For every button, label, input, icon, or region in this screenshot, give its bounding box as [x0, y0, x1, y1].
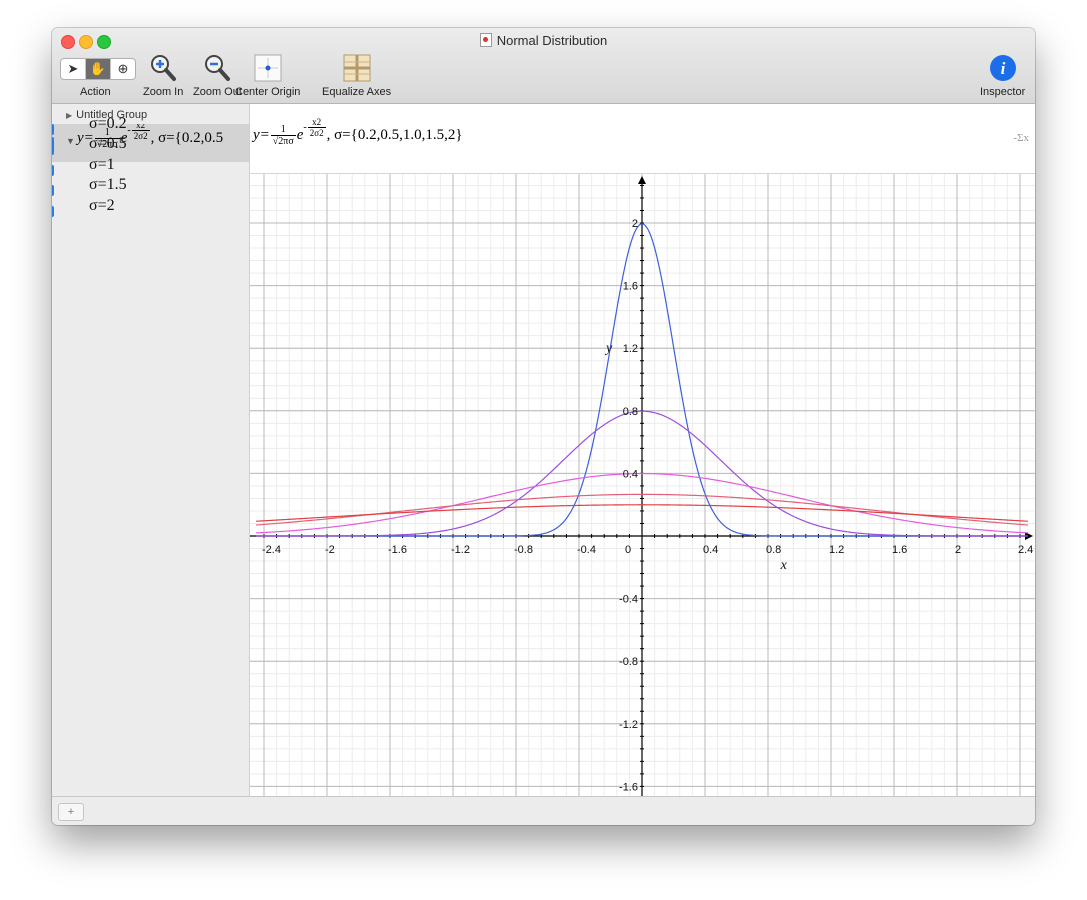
x-tick-label: -1.6	[388, 544, 407, 556]
action-label: Action	[80, 86, 111, 98]
y-tick-label: 1.2	[623, 343, 638, 355]
x-tick-label: 2.4	[1018, 544, 1033, 556]
window-title: Normal Distribution	[52, 33, 1035, 48]
sigma-item[interactable]: σ=1.5	[89, 176, 127, 194]
sigma-item[interactable]: σ=0.2	[89, 115, 127, 133]
header-equation: y= 1 √2πσ e-x2 2σ2, σ={0.2,0.5,1.0,1.5,2}	[253, 117, 463, 147]
zoom-in-label: Zoom In	[143, 86, 184, 98]
x-tick-label: -2	[325, 544, 335, 556]
sigma-item[interactable]: σ=1	[89, 156, 115, 174]
y-tick-label: 0.8	[623, 406, 638, 418]
graph-canvas[interactable]: -2.4 -2 -1.6 -1.2 -0.8 -0.4 0 0.4 0.8 1.2 1.6 2 2.4 2…	[250, 174, 1035, 796]
action-label-wrap: Action	[80, 84, 111, 98]
y-axis-arrow	[638, 176, 646, 184]
equation-header[interactable]: y= 1 √2πσ e-x2 2σ2, σ={0.2,0.5,1.0,1.5,2} -Σ…	[250, 104, 1035, 174]
equation-row[interactable]: ▼ y= 1 √2πσ e-x2 2σ2, σ={0.2,0.5	[52, 124, 249, 162]
x-tick-label: 2	[955, 544, 961, 556]
sigma-color-marker	[52, 165, 54, 176]
app-window: Normal Distribution ➤ ✋ ⊕ Action Zoom In…	[52, 28, 1035, 825]
equalize-axes-button[interactable]: Equalize Axes	[322, 52, 391, 98]
x-axis-label: x	[780, 558, 788, 573]
x-tick-label: 1.2	[829, 544, 844, 556]
disclosure-triangle-icon[interactable]: ▶	[66, 111, 72, 120]
sigma-item[interactable]: σ=2	[89, 197, 115, 215]
magnify-icon[interactable]: ⊕	[111, 59, 135, 79]
add-button[interactable]: +	[58, 803, 84, 821]
inspector-button[interactable]: i Inspector	[980, 52, 1025, 98]
sigma-color-marker	[52, 144, 54, 155]
x-tick-label: 0.4	[703, 544, 718, 556]
x-tick-label: -2.4	[262, 544, 281, 556]
graph-panel: y= 1 √2πσ e-x2 2σ2, σ={0.2,0.5,1.0,1.5,2} -Σ…	[250, 104, 1035, 796]
y-tick-label: -1.2	[619, 719, 638, 731]
x-tick-label: -1.2	[451, 544, 470, 556]
center-origin-icon	[235, 52, 300, 84]
summation-icon[interactable]: -Σx	[1013, 132, 1029, 144]
svg-text:i: i	[1000, 59, 1005, 78]
expand-triangle-icon[interactable]: ▼	[66, 136, 75, 146]
toolbar: Normal Distribution ➤ ✋ ⊕ Action Zoom In…	[52, 28, 1035, 104]
sigma-color-marker	[52, 185, 54, 196]
sigma-color-marker	[52, 206, 54, 217]
equalize-axes-icon	[322, 52, 391, 84]
center-origin-button[interactable]: Center Origin	[235, 52, 300, 98]
y-tick-label: 1.6	[623, 281, 638, 293]
x-tick-label: 1.6	[892, 544, 907, 556]
x-tick-label: 0.8	[766, 544, 781, 556]
info-icon: i	[980, 52, 1025, 84]
zoom-in-button[interactable]: Zoom In	[143, 52, 183, 98]
sidebar: ▶ Untitled Group ▼ y= 1 √2πσ e-x2 2σ2, σ={0.2…	[52, 104, 250, 796]
arrow-pointer-icon[interactable]: ➤	[61, 59, 86, 79]
y-tick-label: -0.4	[619, 594, 638, 606]
y-tick-label: 2	[632, 218, 638, 230]
sigma-item[interactable]: σ=0.5	[89, 135, 127, 153]
hand-pan-icon[interactable]: ✋	[86, 59, 111, 79]
equalize-axes-label: Equalize Axes	[322, 86, 392, 98]
action-segmented-control[interactable]: ➤ ✋ ⊕	[60, 58, 136, 80]
document-icon	[479, 33, 492, 47]
y-tick-label: -0.8	[619, 656, 638, 668]
inspector-label: Inspector	[980, 86, 1026, 98]
x-tick-label: 0	[625, 544, 631, 556]
y-axis-label: y	[604, 341, 613, 356]
center-origin-label: Center Origin	[235, 86, 301, 98]
x-tick-label: -0.8	[514, 544, 533, 556]
y-tick-label: -1.6	[619, 781, 638, 793]
zoom-in-icon	[143, 52, 183, 84]
bottom-bar: +	[52, 796, 1035, 825]
x-tick-label: -0.4	[577, 544, 596, 556]
sigma-color-marker	[52, 124, 54, 135]
y-tick-label: 0.4	[623, 468, 638, 480]
